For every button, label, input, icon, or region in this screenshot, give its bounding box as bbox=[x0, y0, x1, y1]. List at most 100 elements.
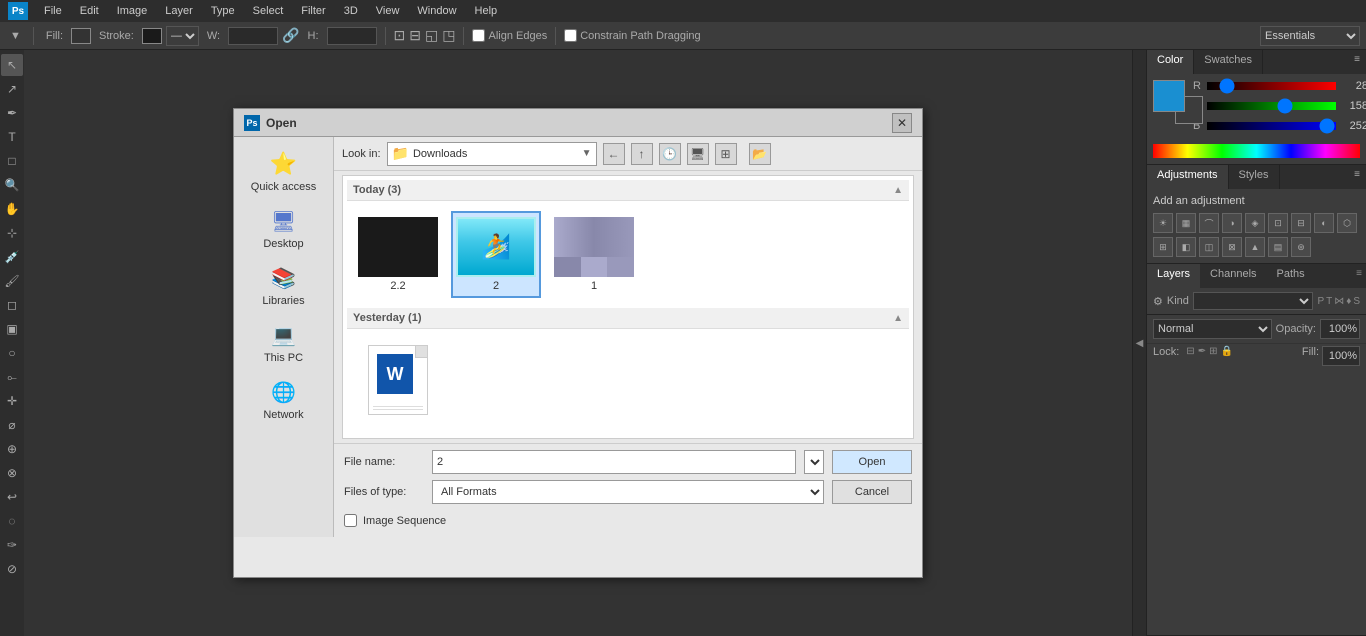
move-tool[interactable]: ✛ bbox=[1, 390, 23, 412]
adj-vibrance[interactable]: ◈ bbox=[1245, 213, 1265, 233]
eraser-tool[interactable]: ◻ bbox=[1, 294, 23, 316]
files-type-select[interactable]: All Formats bbox=[432, 480, 824, 504]
tool-selector[interactable]: ▼ bbox=[6, 28, 25, 44]
fill-input[interactable] bbox=[1322, 346, 1360, 366]
foreground-color-box[interactable] bbox=[1153, 80, 1185, 112]
adj-gradient-map[interactable]: ▤ bbox=[1268, 237, 1288, 257]
direct-selection-tool[interactable]: ↗ bbox=[1, 78, 23, 100]
adj-color-balance[interactable]: ⊟ bbox=[1291, 213, 1311, 233]
sidebar-libraries[interactable]: 📚 Libraries bbox=[238, 260, 329, 313]
dodge-tool[interactable]: ○ bbox=[1, 342, 23, 364]
cancel-button[interactable]: Cancel bbox=[832, 480, 912, 504]
adj-posterize[interactable]: ⊠ bbox=[1222, 237, 1242, 257]
color-spectrum[interactable] bbox=[1153, 144, 1360, 158]
r-slider[interactable] bbox=[1207, 82, 1336, 90]
file-item-2[interactable]: 2 bbox=[451, 211, 541, 298]
adj-curves[interactable]: ⌒ bbox=[1199, 213, 1219, 233]
adj-invert[interactable]: ◫ bbox=[1199, 237, 1219, 257]
menu-select[interactable]: Select bbox=[245, 3, 292, 19]
file-item-word[interactable]: W bbox=[353, 339, 443, 424]
align-edges-checkbox-container[interactable]: Align Edges bbox=[472, 29, 547, 42]
crop-tool[interactable]: ⊹ bbox=[1, 222, 23, 244]
clone-tool[interactable]: ⊗ bbox=[1, 462, 23, 484]
stroke-color[interactable] bbox=[142, 28, 162, 44]
shape-tool[interactable]: □ bbox=[1, 150, 23, 172]
menu-filter[interactable]: Filter bbox=[293, 3, 333, 19]
constrain-checkbox-container[interactable]: Constrain Path Dragging bbox=[564, 29, 700, 42]
filter-icon-1[interactable]: P bbox=[1317, 296, 1324, 307]
adj-bw[interactable]: ◐ bbox=[1314, 213, 1334, 233]
path-tool[interactable]: ⟜ bbox=[1, 366, 23, 388]
color-replace[interactable]: ⊘ bbox=[1, 558, 23, 580]
workspace-select[interactable]: Essentials bbox=[1260, 26, 1360, 46]
menu-edit[interactable]: Edit bbox=[72, 3, 107, 19]
opacity-input[interactable] bbox=[1320, 319, 1360, 339]
adj-levels[interactable]: ▦ bbox=[1176, 213, 1196, 233]
tab-swatches[interactable]: Swatches bbox=[1194, 50, 1263, 74]
new-folder-button[interactable]: 📂 bbox=[749, 143, 771, 165]
tab-color[interactable]: Color bbox=[1147, 50, 1194, 74]
menu-view[interactable]: View bbox=[368, 3, 408, 19]
pen-freeform[interactable]: ✑ bbox=[1, 534, 23, 556]
filter-icon-5[interactable]: S bbox=[1353, 296, 1360, 307]
adj-photo-filter[interactable]: ⬡ bbox=[1337, 213, 1357, 233]
menu-window[interactable]: Window bbox=[409, 3, 464, 19]
fill-color[interactable] bbox=[71, 28, 91, 44]
sidebar-quick-access[interactable]: ⭐ Quick access bbox=[238, 145, 329, 199]
panel-collapse-btn[interactable]: ◀ bbox=[1132, 50, 1146, 636]
adj-panel-menu[interactable]: ≡ bbox=[1348, 165, 1366, 189]
lock-position-icon[interactable]: ✒ bbox=[1198, 346, 1206, 366]
tab-channels[interactable]: Channels bbox=[1200, 264, 1266, 288]
align-edges-checkbox[interactable] bbox=[472, 29, 485, 42]
zoom-tool[interactable]: 🔍 bbox=[1, 174, 23, 196]
filter-icon-2[interactable]: T bbox=[1326, 296, 1332, 307]
layers-panel-menu[interactable]: ≡ bbox=[1352, 264, 1366, 288]
sidebar-thispc[interactable]: 💻 This PC bbox=[238, 317, 329, 370]
eyedropper-tool[interactable]: 💉 bbox=[1, 246, 23, 268]
b-slider[interactable] bbox=[1207, 122, 1336, 130]
history-brush[interactable]: ↩ bbox=[1, 486, 23, 508]
gradient-tool[interactable]: ▣ bbox=[1, 318, 23, 340]
adj-selective-color[interactable]: ⊛ bbox=[1291, 237, 1311, 257]
nav-desktop-button[interactable]: 🖥 bbox=[687, 143, 709, 165]
kind-select[interactable] bbox=[1193, 292, 1314, 310]
nav-back-button[interactable]: ← bbox=[603, 143, 625, 165]
pen-tool[interactable]: ✒ bbox=[1, 102, 23, 124]
menu-file[interactable]: File bbox=[36, 3, 70, 19]
today-collapse-btn[interactable]: ▲ bbox=[893, 185, 903, 196]
link-icon[interactable]: 🔗 bbox=[282, 27, 299, 44]
align-icon-2[interactable]: ⊟ bbox=[409, 27, 421, 44]
menu-type[interactable]: Type bbox=[203, 3, 243, 19]
sidebar-network[interactable]: 🌐 Network bbox=[238, 374, 329, 427]
file-name-input[interactable] bbox=[432, 450, 796, 474]
w-input[interactable] bbox=[228, 27, 278, 45]
adj-exposure[interactable]: ◑ bbox=[1222, 213, 1242, 233]
tab-styles[interactable]: Styles bbox=[1229, 165, 1280, 189]
g-slider[interactable] bbox=[1207, 102, 1336, 110]
dialog-titlebar[interactable]: Ps Open ✕ bbox=[234, 109, 922, 137]
selection-tool[interactable]: ↖ bbox=[1, 54, 23, 76]
brush-tool[interactable]: 🖌 bbox=[1, 270, 23, 292]
adj-hue[interactable]: ⊡ bbox=[1268, 213, 1288, 233]
menu-image[interactable]: Image bbox=[109, 3, 156, 19]
sidebar-desktop[interactable]: 🖥 Desktop bbox=[238, 203, 329, 256]
blur-tool[interactable]: ◌ bbox=[1, 510, 23, 532]
stroke-style-select[interactable]: — bbox=[166, 26, 199, 46]
tab-adjustments[interactable]: Adjustments bbox=[1147, 165, 1229, 189]
file-name-dropdown[interactable]: ▼ bbox=[804, 450, 824, 474]
constrain-checkbox[interactable] bbox=[564, 29, 577, 42]
tab-layers[interactable]: Layers bbox=[1147, 264, 1200, 288]
look-in-dropdown-arrow[interactable]: ▼ bbox=[582, 148, 592, 159]
open-button[interactable]: Open bbox=[832, 450, 912, 474]
look-in-container[interactable]: 📁 Downloads ▼ bbox=[387, 142, 597, 166]
nav-view-button[interactable]: ⊞ bbox=[715, 143, 737, 165]
lock-pixels-icon[interactable]: ⊟ bbox=[1186, 346, 1194, 366]
nav-up-button[interactable]: ↑ bbox=[631, 143, 653, 165]
lasso-tool[interactable]: ⌀ bbox=[1, 414, 23, 436]
file-browser[interactable]: Today (3) ▲ 2.2 bbox=[342, 175, 914, 439]
file-item-2-2[interactable]: 2.2 bbox=[353, 211, 443, 298]
color-panel-menu[interactable]: ≡ bbox=[1348, 50, 1366, 74]
menu-3d[interactable]: 3D bbox=[336, 3, 366, 19]
menu-help[interactable]: Help bbox=[467, 3, 506, 19]
align-icon-3[interactable]: ◱ bbox=[425, 27, 438, 44]
